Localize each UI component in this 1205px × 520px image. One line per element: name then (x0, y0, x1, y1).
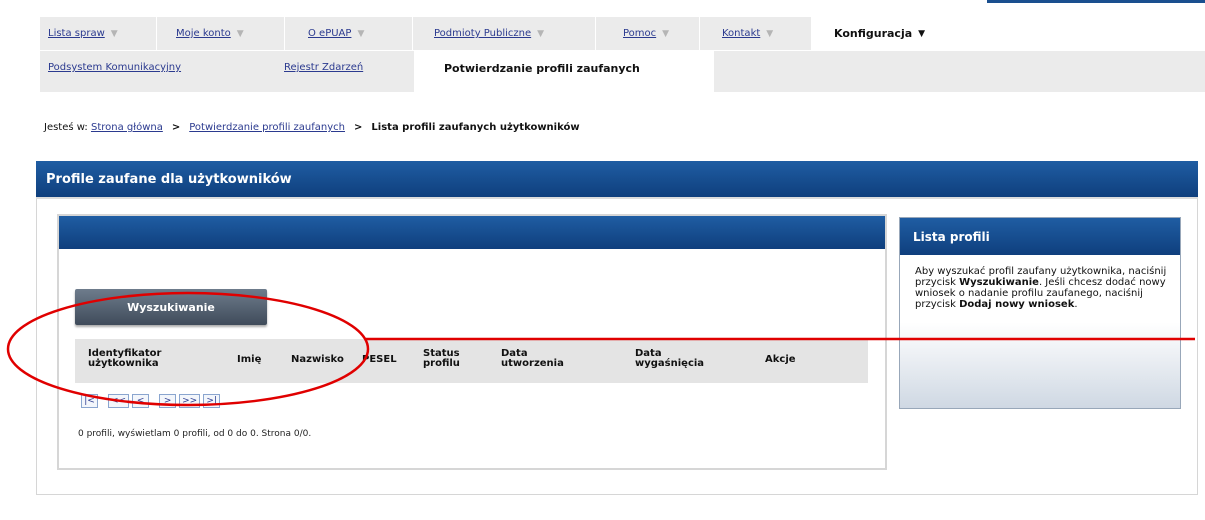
breadcrumb-separator: > (171, 122, 181, 133)
column-header-created: Data utworzenia (501, 339, 635, 383)
side-panel-text: Aby wyszukać profil zaufany użytkownika,… (915, 266, 1167, 310)
nav-tab-label[interactable]: O ePUAP (308, 28, 351, 39)
column-header-line: wygaśnięcia (635, 358, 705, 369)
chevron-down-icon: ▼ (766, 28, 774, 39)
chevron-down-icon: ▼ (537, 28, 545, 39)
side-panel-title: Lista profili (913, 229, 990, 244)
subnav-tab-label[interactable]: Podsystem Komunikacyjny (48, 62, 181, 73)
pager-gap (152, 394, 156, 408)
last-page-button[interactable]: >| (203, 394, 221, 408)
column-header-line: użytkownika (88, 358, 159, 369)
side-panel-header: Lista profili (900, 218, 1180, 255)
subnav-tab-label: Potwierdzanie profili zaufanych (444, 62, 640, 75)
subnav-tab-label[interactable]: Rejestr Zdarzeń (284, 62, 363, 73)
rewind-pages-button[interactable]: << (108, 394, 130, 408)
breadcrumb: Jesteś w: Strona główna > Potwierdzanie … (44, 122, 580, 133)
pager-gap (101, 394, 105, 408)
nav-tab-label[interactable]: Podmioty Publiczne (434, 28, 531, 39)
subnav-tab-rejestr[interactable]: Rejestr Zdarzeń (264, 51, 414, 92)
nav-tab-lista-spraw[interactable]: Lista spraw ▼ (40, 17, 157, 50)
breadcrumb-middle-link[interactable]: Potwierdzanie profili zaufanych (189, 122, 345, 133)
side-text-emphasis: Wyszukiwanie (959, 277, 1039, 288)
nav-tab-kontakt[interactable]: Kontakt ▼ (700, 17, 812, 50)
top-accent-line (987, 0, 1205, 3)
pagination: |< << < > >> >| (81, 394, 221, 408)
nav-tab-label[interactable]: Pomoc (623, 28, 656, 39)
prev-page-button[interactable]: < (132, 394, 150, 408)
nav-tab-label[interactable]: Moje konto (176, 28, 231, 39)
nav-tab-pomoc[interactable]: Pomoc ▼ (596, 17, 700, 50)
results-summary: 0 profili, wyświetlam 0 profili, od 0 do… (78, 429, 312, 439)
column-header-identifier: Identyfikator użytkownika (75, 339, 237, 383)
profiles-table-header: Identyfikator użytkownika Imię Nazwisko … (75, 339, 868, 383)
breadcrumb-prefix: Jesteś w: (44, 122, 88, 133)
subnav-tab-potwierdzanie[interactable]: Potwierdzanie profili zaufanych (414, 51, 714, 92)
column-header-line: Nazwisko (291, 354, 344, 365)
column-header-status: Status profilu (423, 339, 501, 383)
nav-tab-konfiguracja[interactable]: Konfiguracja ▼ (812, 17, 982, 50)
search-panel-header (59, 216, 885, 249)
next-page-button[interactable]: > (159, 394, 177, 408)
primary-nav: Lista spraw ▼ Moje konto ▼ O ePUAP ▼ Pod… (40, 17, 982, 50)
column-header-line: Imię (237, 354, 262, 365)
subnav-tab-podsystem[interactable]: Podsystem Komunikacyjny (40, 51, 264, 92)
column-header-line: utworzenia (501, 358, 564, 369)
breadcrumb-home-link[interactable]: Strona główna (91, 122, 163, 133)
column-header-line: profilu (423, 358, 460, 369)
breadcrumb-separator: > (354, 122, 363, 133)
column-header-line: Akcje (765, 354, 796, 365)
secondary-nav: Podsystem Komunikacyjny Rejestr Zdarzeń … (40, 51, 1205, 92)
column-header-expires: Data wygaśnięcia (635, 339, 765, 383)
nav-tab-podmioty-publiczne[interactable]: Podmioty Publiczne ▼ (413, 17, 596, 50)
column-header-first-name: Imię (237, 339, 291, 383)
main-panel-header: Profile zaufane dla użytkowników (36, 161, 1198, 199)
nav-tab-label[interactable]: Kontakt (722, 28, 760, 39)
column-header-line: PESEL (362, 354, 397, 365)
chevron-down-icon: ▼ (110, 28, 118, 39)
chevron-down-icon: ▼ (662, 28, 670, 39)
chevron-down-icon: ▼ (236, 28, 244, 39)
first-page-button[interactable]: |< (81, 394, 98, 408)
nav-tab-label[interactable]: Lista spraw (48, 28, 105, 39)
side-text-part: . (1074, 299, 1078, 310)
column-header-actions: Akcje (765, 339, 825, 383)
search-button[interactable]: Wyszukiwanie (75, 289, 267, 325)
nav-tab-o-epuap[interactable]: O ePUAP ▼ (285, 17, 413, 50)
chevron-down-icon: ▼ (357, 28, 365, 39)
main-panel-title: Profile zaufane dla użytkowników (46, 171, 292, 187)
search-button-label: Wyszukiwanie (127, 300, 215, 314)
breadcrumb-current: Lista profili zaufanych użytkowników (371, 122, 580, 133)
column-header-last-name: Nazwisko (291, 339, 362, 383)
nav-tab-label: Konfiguracja (834, 27, 913, 40)
side-text-emphasis: Dodaj nowy wniosek (959, 299, 1075, 310)
column-header-pesel: PESEL (362, 339, 423, 383)
forward-pages-button[interactable]: >> (179, 394, 201, 408)
nav-tab-moje-konto[interactable]: Moje konto ▼ (157, 17, 285, 50)
caret-down-icon: ▼ (918, 28, 926, 39)
